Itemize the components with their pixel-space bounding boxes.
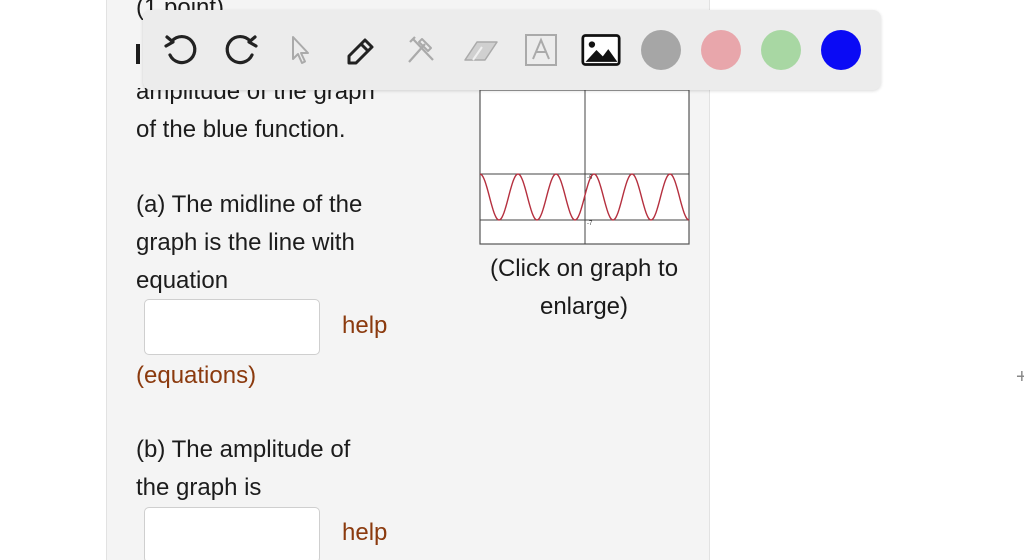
text-icon[interactable] bbox=[521, 30, 561, 70]
help-link-equations[interactable]: help bbox=[342, 312, 387, 340]
color-swatch-blue[interactable] bbox=[821, 30, 861, 70]
color-swatch-pink[interactable] bbox=[701, 30, 741, 70]
select-pointer-icon[interactable] bbox=[281, 30, 321, 70]
graph-tick-label-lower: -7 bbox=[587, 221, 593, 227]
redo-icon[interactable] bbox=[221, 30, 261, 70]
eraser-icon[interactable] bbox=[461, 30, 501, 70]
part-b-line-1: (b) The amplitude of bbox=[136, 436, 351, 463]
pen-icon[interactable] bbox=[341, 30, 381, 70]
amplitude-answer-input[interactable] bbox=[144, 507, 320, 560]
prompt-line-partial: amplitude of the graph bbox=[136, 88, 375, 105]
part-a-line-1: (a) The midline of the bbox=[136, 191, 363, 218]
midline-answer-input[interactable] bbox=[144, 299, 320, 355]
image-icon[interactable] bbox=[581, 30, 621, 70]
edge-plus-glyph: + bbox=[1016, 366, 1024, 388]
prompt-line-end: of the blue function. bbox=[136, 116, 346, 143]
part-b-line-2: the graph is bbox=[136, 474, 262, 501]
color-swatch-green[interactable] bbox=[761, 30, 801, 70]
help-link-amplitude[interactable]: help bbox=[342, 519, 387, 547]
graph-thumbnail[interactable]: -6 -7 bbox=[479, 90, 691, 245]
undo-icon[interactable] bbox=[161, 30, 201, 70]
part-a-line-2: graph is the line with bbox=[136, 229, 355, 256]
equations-help-link[interactable]: (equations) bbox=[136, 362, 256, 390]
clipped-text-fragment bbox=[136, 44, 140, 64]
color-swatch-gray[interactable] bbox=[641, 30, 681, 70]
part-a-line-3: equation bbox=[136, 267, 229, 294]
graph-caption-line-2: enlarge) bbox=[539, 293, 629, 320]
tools-icon[interactable] bbox=[401, 30, 441, 70]
graph-caption-line-1: (Click on graph to bbox=[489, 255, 679, 282]
annotation-toolbar bbox=[143, 10, 881, 90]
graph-caption: (Click on graph to enlarge) bbox=[470, 250, 698, 326]
